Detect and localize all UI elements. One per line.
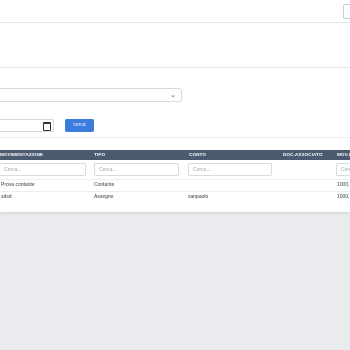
cell-movimentazione: Prova contante: [1, 182, 35, 188]
filter-input-tipo[interactable]: [94, 163, 179, 176]
top-navbar: [0, 0, 350, 23]
cell-conto: sanpaolo: [188, 194, 209, 200]
column-header-tipo[interactable]: TIPO: [94, 150, 105, 160]
search-button[interactable]: cerca: [65, 119, 94, 132]
calendar-icon[interactable]: [43, 122, 51, 131]
filter-input-mov[interactable]: [336, 163, 350, 176]
table-row[interactable]: Prova contante Contante 1000,: [0, 179, 350, 191]
column-header-movimentazione[interactable]: MOVIMENTAZIONE: [0, 150, 43, 160]
navbar-menu-button[interactable]: [343, 4, 350, 19]
table-row[interactable]: sdsd Assegno sanpaolo 1000,: [0, 191, 350, 203]
cell-movimentazione: sdsd: [1, 194, 12, 200]
account-select[interactable]: ⌄: [0, 88, 182, 102]
cell-tipo: Assegno: [94, 194, 114, 200]
divider: [0, 137, 350, 138]
table-header: MOVIMENTAZIONE TIPO CONTO DOC.ASSOCIATO …: [0, 150, 350, 160]
column-header-mov[interactable]: MOV.I: [337, 150, 350, 160]
page-header: [0, 23, 350, 68]
filter-input-conto[interactable]: [188, 163, 272, 176]
cell-tipo: Contante: [94, 182, 115, 188]
date-field[interactable]: [0, 119, 54, 132]
cell-mov: 1000,: [337, 182, 350, 188]
chevron-down-icon: ⌄: [170, 92, 176, 99]
cell-mov: 1000,: [337, 194, 350, 200]
column-header-doc-associato[interactable]: DOC.ASSOCIATO: [283, 150, 323, 160]
filter-input-movimentazione[interactable]: [0, 163, 86, 176]
column-header-conto[interactable]: CONTO: [189, 150, 206, 160]
